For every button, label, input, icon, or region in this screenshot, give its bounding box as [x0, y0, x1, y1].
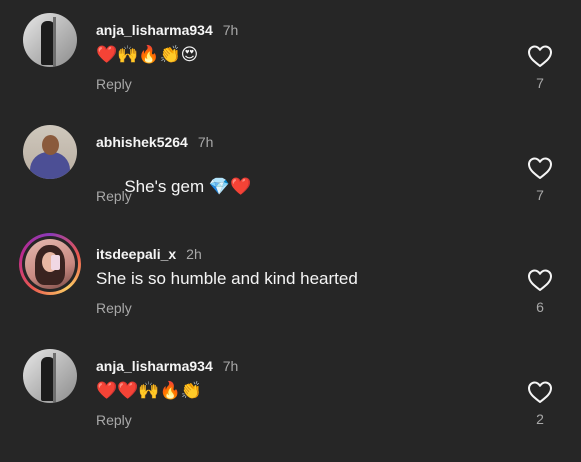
like-count: 7 [536, 75, 544, 91]
avatar-photo [25, 239, 75, 289]
heart-outline-icon[interactable] [527, 380, 553, 404]
comment-header: anja_lisharma934 7h [96, 358, 238, 374]
reply-button[interactable]: Reply [96, 188, 132, 204]
like-count: 6 [536, 299, 544, 315]
comment-header: itsdeepali_x 2h [96, 246, 202, 262]
reply-button[interactable]: Reply [96, 76, 132, 92]
comment-username[interactable]: abhishek5264 [96, 134, 188, 150]
avatar[interactable] [23, 125, 77, 179]
comment-time: 7h [222, 358, 239, 374]
comment-list: anja_lisharma934 7h ❤️🙌🔥👏😍 Reply 7 abhish… [0, 0, 581, 435]
avatar[interactable] [23, 349, 77, 403]
comment-username[interactable]: itsdeepali_x [96, 246, 176, 262]
comment-emoji: ❤️❤️🙌🔥👏 [96, 381, 202, 401]
comment-item: anja_lisharma934 7h ❤️🙌🔥👏😍 Reply 7 [0, 13, 581, 126]
like-count: 2 [536, 411, 544, 427]
comment-text: ❤️❤️🙌🔥👏 [96, 381, 202, 401]
comment-text: She's gem 💎❤️ [96, 157, 251, 217]
comment-header: anja_lisharma934 7h [96, 22, 238, 38]
comment-emoji: ❤️🙌🔥👏😍 [96, 45, 199, 65]
reply-button[interactable]: Reply [96, 300, 132, 316]
avatar-figure [53, 17, 56, 67]
comment-text: She is so humble and kind hearted [96, 269, 358, 289]
comment-text: ❤️🙌🔥👏😍 [96, 45, 198, 65]
avatar-figure [51, 255, 60, 270]
comment-text-body: She is so humble and kind hearted [96, 269, 358, 288]
avatar[interactable] [23, 13, 77, 67]
avatar-figure [53, 353, 56, 403]
avatar [22, 236, 78, 292]
comment-header: abhishek5264 7h [96, 134, 213, 150]
comment-username[interactable]: anja_lisharma934 [96, 22, 213, 38]
comment-username[interactable]: anja_lisharma934 [96, 358, 213, 374]
avatar-story-ring[interactable] [19, 233, 81, 295]
avatar-figure [30, 152, 70, 179]
comment-time: 2h [186, 246, 202, 262]
comment-time: 7h [197, 134, 214, 150]
comment-text-body: She's gem [124, 177, 209, 196]
heart-outline-icon[interactable] [527, 156, 553, 180]
comment-item: anja_lisharma934 7h ❤️❤️🙌🔥👏 Reply 2 [0, 349, 581, 462]
heart-outline-icon[interactable] [527, 268, 553, 292]
like-count: 7 [536, 187, 544, 203]
comment-time: 7h [222, 22, 239, 38]
avatar-figure [42, 135, 59, 155]
comment-item: itsdeepali_x 2h She is so humble and kind… [0, 233, 581, 350]
comment-emoji: 💎❤️ [208, 177, 252, 197]
reply-button[interactable]: Reply [96, 412, 132, 428]
comment-item: abhishek5264 7h She's gem 💎❤️ Reply 7 [0, 125, 581, 238]
heart-outline-icon[interactable] [527, 44, 553, 68]
